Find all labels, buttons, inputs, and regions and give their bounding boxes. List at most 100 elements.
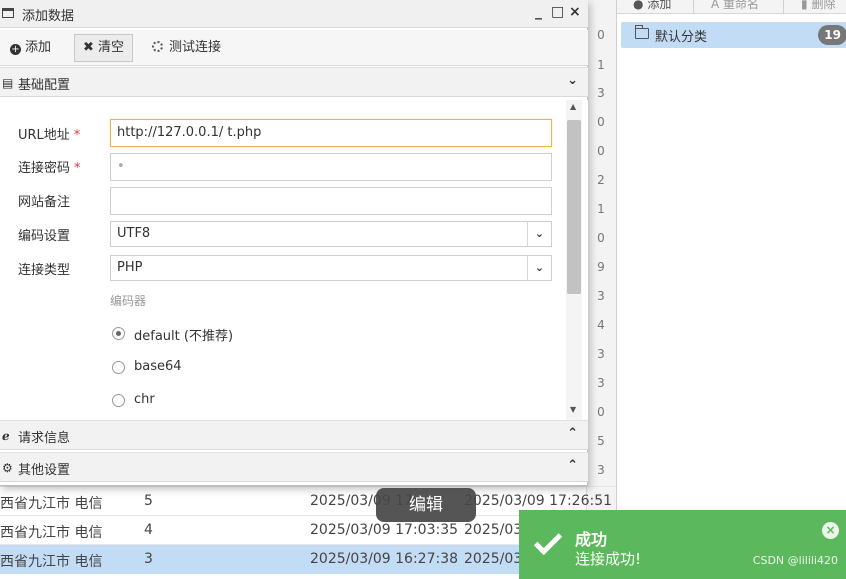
radio-label: chr — [134, 392, 155, 407]
encoding-select[interactable]: UTF8 ⌄ — [110, 221, 552, 247]
toolbar-divider — [693, 0, 694, 13]
toast-message: 连接成功! — [575, 550, 642, 568]
list-cell-digit: 2 — [597, 173, 605, 187]
maximize-button[interactable]: □ — [551, 4, 564, 20]
section-request-info[interactable]: ℯ 请求信息 ⌃ — [0, 420, 588, 450]
password-label: 连接密码 * — [18, 157, 81, 176]
encoding-value: UTF8 — [117, 226, 151, 241]
test-connection-label: 测试连接 — [169, 40, 222, 55]
type-select[interactable]: PHP ⌄ — [110, 255, 552, 281]
list-cell-digit: 3 — [597, 376, 605, 390]
category-panel: ● 添加 A 重命名 ▮ 删除 默认分类 19 — [616, 0, 846, 579]
scroll-down-icon[interactable]: ▼ — [570, 405, 576, 414]
section-title: 基础配置 — [18, 78, 71, 93]
plus-icon: ● — [633, 0, 644, 11]
chevron-up-icon[interactable]: ⌃ — [567, 426, 578, 441]
url-input[interactable]: http://127.0.0.1/ t.php — [110, 119, 552, 147]
list-cell-digit: 0 — [597, 405, 605, 419]
add-button-label: 添加 — [25, 40, 52, 55]
list-cell-digit: 0 — [597, 28, 605, 42]
type-label: 连接类型 — [18, 263, 71, 278]
list-cell-digit: 3 — [597, 289, 605, 303]
rename-icon: A — [711, 0, 720, 11]
list-cell-digit: 3 — [597, 86, 605, 100]
list-cell-digit: 1 — [597, 58, 605, 72]
x-icon: ✖ — [83, 40, 94, 55]
folder-icon — [635, 25, 649, 39]
chevron-down-icon: ⌄ — [527, 256, 551, 280]
category-label: 默认分类 — [655, 30, 708, 45]
required-mark: * — [73, 128, 81, 143]
list-cell-digit: 1 — [597, 202, 605, 216]
list-cell-digit: 4 — [597, 318, 605, 332]
list-cell-digit: 3 — [597, 463, 605, 477]
scroll-up-icon[interactable]: ▲ — [570, 102, 576, 111]
success-toast: 成功 连接成功! × CSDN @lilili420 — [519, 510, 846, 579]
password-label-text: 连接密码 — [18, 161, 71, 176]
dialog-titlebar[interactable]: 添加数据 _ □ × — [0, 0, 588, 28]
form-scrollbar[interactable]: ▲ ▼ — [566, 100, 582, 420]
cell-count: 5 — [144, 493, 153, 509]
document-icon: ▤ — [2, 76, 14, 90]
url-label-text: URL地址 — [18, 128, 70, 143]
cell-created: 2025/03/09 16:27:38 — [310, 551, 459, 567]
cell-updated: 2025/03/09 17:26:51 — [464, 493, 613, 509]
add-button[interactable]: + 添加 — [2, 34, 59, 62]
section-title: 其他设置 — [18, 463, 71, 478]
clear-button[interactable]: ✖ 清空 — [74, 34, 134, 62]
required-mark: * — [74, 161, 81, 176]
cell-location: 西省九江市 电信 — [0, 496, 103, 512]
spinner-icon — [152, 41, 163, 52]
cell-location: 西省九江市 电信 — [0, 525, 103, 541]
url-label: URL地址 * — [18, 124, 80, 143]
category-toolbar: ● 添加 A 重命名 ▮ 删除 — [617, 0, 846, 14]
add-data-dialog: 添加数据 _ □ × + 添加 ✖ 清空 测试连接 ▤ 基础配置 ⌄ URL地址 * … — [0, 0, 588, 486]
chevron-down-icon[interactable]: ⌄ — [567, 73, 578, 88]
check-icon — [533, 526, 563, 556]
type-value: PHP — [117, 260, 143, 275]
toast-close-button[interactable]: × — [822, 522, 839, 539]
cell-count: 3 — [144, 551, 153, 567]
radio-unchecked-icon — [112, 361, 125, 374]
chevron-down-icon: ⌄ — [527, 222, 551, 246]
list-cell-digit: 3 — [597, 347, 605, 361]
list-cell-digit: 0 — [597, 231, 605, 245]
cell-location: 西省九江市 电信 — [0, 554, 103, 570]
category-rename-button[interactable]: A 重命名 — [711, 0, 759, 12]
list-cell-digit: 5 — [597, 434, 605, 448]
minimize-button[interactable]: _ — [535, 4, 542, 20]
encoding-label: 编码设置 — [18, 229, 71, 244]
toolbar-divider — [783, 0, 784, 13]
window-icon — [2, 8, 14, 18]
cell-count: 4 — [144, 522, 153, 538]
watermark-text: CSDN @lilili420 — [752, 554, 838, 567]
category-add-button[interactable]: ● 添加 — [633, 0, 671, 12]
radio-label: base64 — [134, 359, 182, 374]
trash-icon: ▮ — [801, 0, 808, 11]
category-count-badge: 19 — [818, 25, 846, 45]
note-input[interactable] — [110, 187, 552, 215]
radio-label: default (不推荐) — [134, 329, 234, 344]
list-cell-digit: 9 — [597, 260, 605, 274]
password-input[interactable]: • — [110, 153, 552, 181]
encoder-label: 编码器 — [110, 294, 147, 308]
close-button[interactable]: × — [569, 4, 581, 20]
plus-icon: + — [10, 44, 21, 55]
scrollbar-thumb[interactable] — [567, 120, 581, 294]
section-basic-config[interactable]: ▤ 基础配置 ⌄ — [0, 67, 588, 97]
category-item-default[interactable]: 默认分类 19 — [621, 22, 846, 48]
edit-tooltip: 编辑 — [376, 488, 476, 522]
chevron-up-icon[interactable]: ⌃ — [567, 458, 578, 473]
list-cell-digit: 0 — [597, 115, 605, 129]
section-title: 请求信息 — [18, 431, 71, 446]
category-rename-label: 重命名 — [723, 0, 760, 11]
radio-unchecked-icon — [112, 394, 125, 407]
category-delete-label: 删除 — [811, 0, 836, 11]
category-delete-button[interactable]: ▮ 删除 — [801, 0, 835, 12]
section-other-settings[interactable]: ⚙ 其他设置 ⌃ — [0, 452, 588, 482]
test-connection-button[interactable]: 测试连接 — [144, 34, 229, 62]
gears-icon: ⚙ — [2, 461, 13, 475]
dialog-title: 添加数据 — [22, 9, 75, 24]
dialog-toolbar: + 添加 ✖ 清空 测试连接 — [0, 30, 588, 66]
edge-icon: ℯ — [2, 429, 10, 443]
